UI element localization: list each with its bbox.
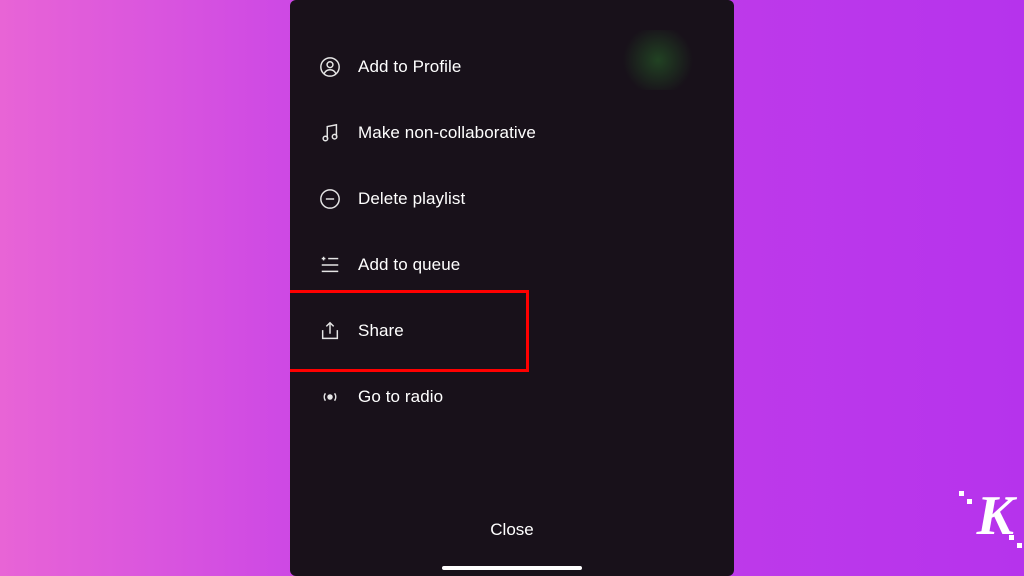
close-button[interactable]: Close (470, 508, 553, 552)
menu-item-make-non-collaborative[interactable]: Make non-collaborative (290, 100, 734, 166)
menu-item-add-to-profile[interactable]: Add to Profile (290, 34, 734, 100)
menu-item-label: Add to queue (358, 255, 460, 275)
music-note-icon (318, 121, 342, 145)
radio-icon (318, 385, 342, 409)
menu-item-label: Delete playlist (358, 189, 465, 209)
menu-item-share[interactable]: Share (290, 298, 734, 364)
menu-item-label: Make non-collaborative (358, 123, 536, 143)
home-indicator[interactable] (442, 566, 582, 570)
close-area: Close (290, 508, 734, 552)
menu-item-label: Go to radio (358, 387, 443, 407)
menu-item-truncated[interactable]: hidden (290, 0, 734, 34)
minus-circle-icon (318, 187, 342, 211)
menu-item-label: Share (358, 321, 404, 341)
profile-icon (318, 55, 342, 79)
share-icon (318, 319, 342, 343)
phone-screen: hidden Add to Profile Make non-collabora… (290, 0, 734, 576)
watermark-dot (1017, 543, 1022, 548)
menu-item-delete-playlist[interactable]: Delete playlist (290, 166, 734, 232)
queue-icon (318, 253, 342, 277)
context-menu: hidden Add to Profile Make non-collabora… (290, 0, 734, 430)
watermark-dot (967, 499, 972, 504)
watermark-logo: K (977, 484, 1012, 548)
menu-item-go-to-radio[interactable]: Go to radio (290, 364, 734, 430)
menu-item-add-to-queue[interactable]: Add to queue (290, 232, 734, 298)
menu-item-label: Add to Profile (358, 57, 461, 77)
watermark-dot (1009, 535, 1014, 540)
watermark-dot (959, 491, 964, 496)
